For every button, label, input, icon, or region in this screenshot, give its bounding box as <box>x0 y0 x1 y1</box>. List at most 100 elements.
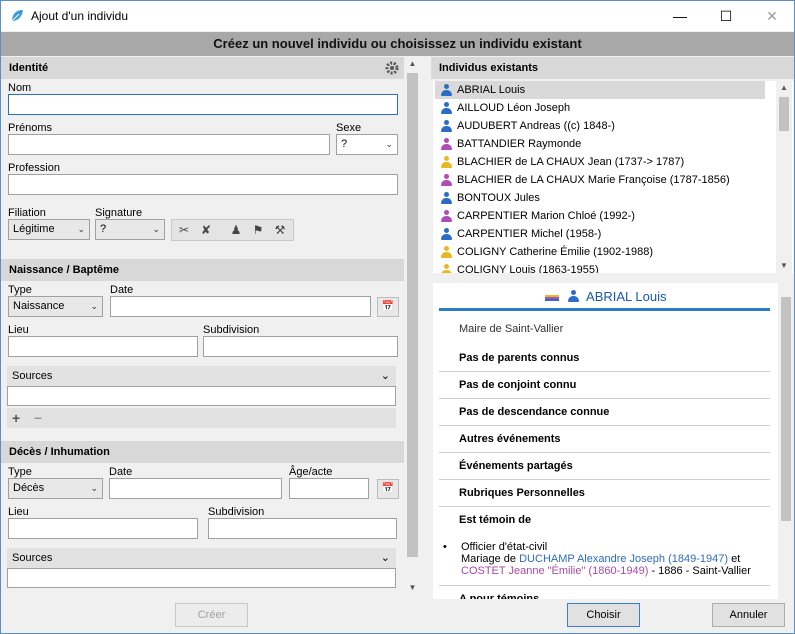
death-place-label: Lieu <box>8 506 29 518</box>
window-title: Ajout d'un individu <box>31 9 129 23</box>
detail-name-underline <box>439 308 770 311</box>
witness-person2-link[interactable]: COSTET Jeanne "Émilie" (1860-1949) <box>461 565 648 577</box>
list-item-label: BLACHIER de LA CHAUX Jean (1737-> 1787) <box>457 156 685 168</box>
calendar-icon[interactable]: 📅 <box>377 297 399 317</box>
calendar-icon[interactable]: 📅 <box>377 479 399 499</box>
flag-icon[interactable]: ⚑ <box>248 220 268 240</box>
minus-icon[interactable]: − <box>34 410 42 426</box>
filiation-value: Légitime <box>13 223 55 235</box>
detail-next-item[interactable]: A pour témoins <box>439 585 770 599</box>
birth-sources-toolbar: + − <box>7 408 396 428</box>
list-item[interactable]: CARPENTIER Marion Chloé (1992-) <box>435 207 765 225</box>
annuler-button[interactable]: Annuler <box>712 603 785 627</box>
list-item[interactable]: COLIGNY Louis (1863-1955) <box>435 261 765 273</box>
death-date-input[interactable] <box>109 478 282 499</box>
prenoms-input[interactable] <box>8 134 330 155</box>
individual-detail-panel: ABRIAL Louis Maire de Saint-Vallier Pas … <box>433 283 778 599</box>
nom-input[interactable] <box>8 94 398 115</box>
birth-date-label: Date <box>110 284 134 296</box>
female-person-icon <box>441 174 452 186</box>
list-item-label: AUDUBERT Andreas ((c) 1848-) <box>457 120 615 132</box>
list-item[interactable]: BLACHIER de LA CHAUX Jean (1737-> 1787) <box>435 153 765 171</box>
witness-role: Officier d'état-civil <box>461 541 548 553</box>
filiation-label: Filiation <box>8 207 46 219</box>
list-item-label: BONTOUX Jules <box>457 192 540 204</box>
detail-scrollbar[interactable] <box>778 283 794 599</box>
unlink-icon[interactable]: ✘ <box>196 220 216 240</box>
choisir-button[interactable]: Choisir <box>567 603 640 627</box>
sexe-select[interactable]: ? ⌄ <box>336 134 398 155</box>
death-place-input[interactable] <box>8 518 198 539</box>
list-item-label: CARPENTIER Marion Chloé (1992-) <box>457 210 635 222</box>
birth-subdivision-input[interactable] <box>203 336 398 357</box>
detail-item[interactable]: Pas de descendance connue <box>439 399 770 426</box>
minimize-button[interactable]: — <box>657 1 703 31</box>
profession-input[interactable] <box>8 174 398 195</box>
detail-item[interactable]: Pas de conjoint connu <box>439 372 770 399</box>
creer-button[interactable]: Créer <box>175 603 248 627</box>
death-age-label: Âge/acte <box>289 466 333 478</box>
detail-scrollbar-thumb[interactable] <box>781 297 791 521</box>
scroll-down-icon[interactable]: ▼ <box>776 259 792 273</box>
list-item-label: AILLOUD Léon Joseph <box>457 102 571 114</box>
list-item[interactable]: COLIGNY Catherine Émilie (1902-1988) <box>435 243 765 261</box>
list-scrollbar-thumb[interactable] <box>779 97 789 131</box>
birth-type-value: Naissance <box>13 300 65 312</box>
chevron-down-icon: ⌄ <box>385 139 393 149</box>
witness-person1-link[interactable]: DUCHAMP Alexandre Joseph (1849-1947) <box>519 553 728 565</box>
death-sources-input[interactable] <box>7 568 396 588</box>
left-form-panel: Identité Nom Prénoms Sexe ? ⌄ Profession… <box>1 57 421 599</box>
chevron-down-icon: ⌄ <box>380 552 390 564</box>
birth-sources-input[interactable] <box>7 386 396 406</box>
list-item[interactable]: BONTOUX Jules <box>435 189 765 207</box>
death-type-label: Type <box>8 466 32 478</box>
maximize-button[interactable]: ☐ <box>703 1 749 31</box>
detail-item[interactable]: Autres événements <box>439 426 770 453</box>
person-icon[interactable]: ♟ <box>226 220 246 240</box>
scissors-icon[interactable]: ✂ <box>174 220 194 240</box>
close-button[interactable]: ✕ <box>749 1 795 31</box>
female-person-icon <box>441 210 452 222</box>
list-scrollbar[interactable]: ▲ ▼ <box>776 81 792 273</box>
birth-type-select[interactable]: Naissance ⌄ <box>8 296 103 317</box>
dialog-footer: Créer Choisir Annuler <box>1 599 794 633</box>
detail-item[interactable]: Est témoin de <box>439 507 770 534</box>
list-item[interactable]: AUDUBERT Andreas ((c) 1848-) <box>435 117 765 135</box>
plus-icon[interactable]: + <box>12 410 20 426</box>
filiation-select[interactable]: Légitime ⌄ <box>8 219 90 240</box>
death-type-select[interactable]: Décès ⌄ <box>8 478 103 499</box>
gear-icon[interactable] <box>384 60 400 76</box>
scroll-up-icon[interactable]: ▲ <box>404 57 421 71</box>
left-scrollbar[interactable]: ▲ ▼ <box>404 57 421 599</box>
detail-item[interactable]: Pas de parents connus <box>439 345 770 372</box>
list-item[interactable]: ABRIAL Louis <box>435 81 765 99</box>
detail-item[interactable]: Événements partagés <box>439 453 770 480</box>
birth-date-input[interactable] <box>110 296 371 317</box>
list-item[interactable]: AILLOUD Léon Joseph <box>435 99 765 117</box>
sexe-value: ? <box>341 138 348 150</box>
chevron-down-icon: ⌄ <box>90 483 98 493</box>
title-bar: Ajout d'un individu — ☐ ✕ <box>1 1 794 31</box>
app-leaf-icon <box>11 10 23 22</box>
detail-occupation: Maire de Saint-Vallier <box>459 323 564 335</box>
list-item[interactable]: BLACHIER de LA CHAUX Marie Françoise (17… <box>435 171 765 189</box>
death-section-header: Décès / Inhumation <box>1 441 404 463</box>
birth-sources-header[interactable]: Sources ⌄ <box>7 366 396 386</box>
existing-individuals-list: ABRIAL Louis AILLOUD Léon Joseph AUDUBERT … <box>433 81 793 273</box>
detail-name[interactable]: ABRIAL Louis <box>586 289 666 304</box>
detail-item[interactable]: Rubriques Personnelles <box>439 480 770 507</box>
death-sources-header[interactable]: Sources ⌄ <box>7 548 396 568</box>
male-person-icon <box>568 290 580 302</box>
death-subdivision-input[interactable] <box>208 518 397 539</box>
signature-select[interactable]: ? ⌄ <box>95 219 165 240</box>
hammer-icon[interactable]: ⚒ <box>270 220 290 240</box>
list-item[interactable]: CARPENTIER Michel (1958-) <box>435 225 765 243</box>
left-scrollbar-thumb[interactable] <box>407 73 418 557</box>
flag-color-icon <box>544 294 559 301</box>
scroll-up-icon[interactable]: ▲ <box>776 81 792 95</box>
birth-place-input[interactable] <box>8 336 198 357</box>
scroll-down-icon[interactable]: ▼ <box>404 581 421 595</box>
list-item[interactable]: BATTANDIER Raymonde <box>435 135 765 153</box>
male-person-icon <box>441 84 452 96</box>
death-age-input[interactable] <box>289 478 369 499</box>
